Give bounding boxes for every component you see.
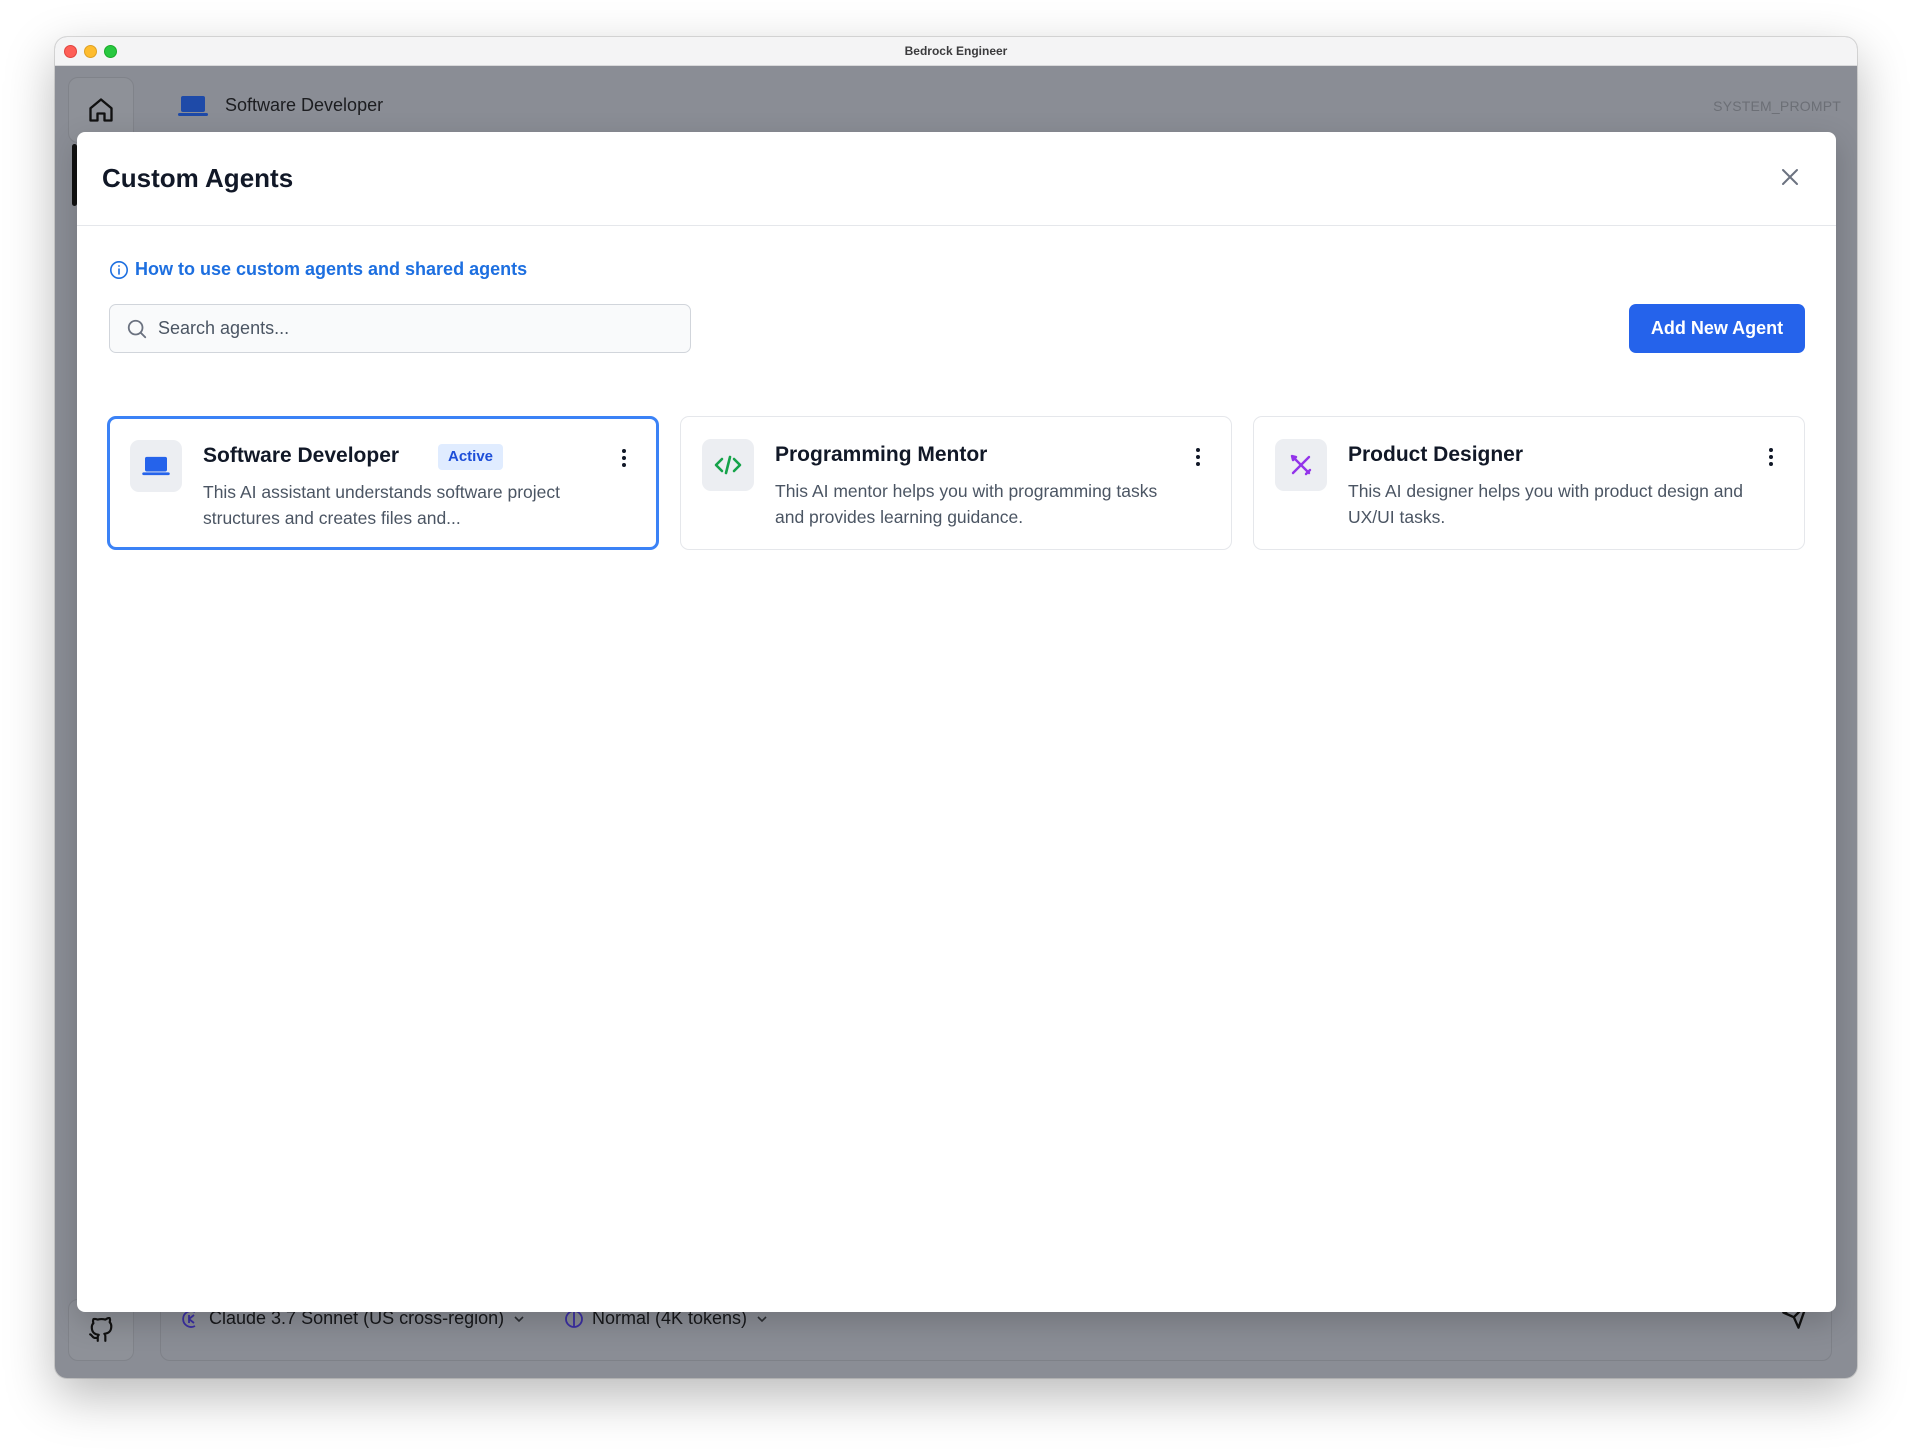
active-badge: Active [438,444,504,470]
agent-description: This AI designer helps you with product … [1348,481,1743,527]
search-icon [127,319,147,338]
agent-name: Programming Mentor [775,443,988,466]
agent-card-programming-mentor[interactable]: Programming Mentor This AI mentor helps … [680,416,1232,550]
window-controls [64,45,117,58]
minimize-window-button[interactable] [84,45,97,58]
agent-icon-container [1275,439,1327,491]
chevron-down-icon [514,1315,524,1322]
help-link-label: How to use custom agents and shared agen… [135,259,528,279]
design-tools-icon [1290,454,1312,476]
agent-description: This AI assistant understands software p… [203,482,560,528]
more-options-icon[interactable] [1195,447,1201,467]
help-link[interactable]: How to use custom agents and shared agen… [109,259,527,280]
current-agent-name[interactable]: Software Developer [225,95,383,116]
custom-agents-modal: Custom Agents How to use custom agents a… [77,132,1836,1312]
modal-title: Custom Agents [102,163,294,193]
window-title: Bedrock Engineer [904,44,1008,58]
more-options-icon[interactable] [621,448,627,468]
app-window: Bedrock Engineer Software Developer SYST… [55,37,1857,1378]
zoom-window-button[interactable] [104,45,117,58]
info-icon [110,260,128,279]
search-input[interactable] [158,305,690,352]
agent-icon-container [130,440,182,492]
agent-description: This AI mentor helps you with programmin… [775,481,1158,527]
agent-icon-container [702,439,754,491]
search-box[interactable] [109,304,691,353]
github-icon [89,1317,113,1342]
modal-header: Custom Agents [77,132,1836,226]
title-bar[interactable]: Bedrock Engineer [55,37,1857,66]
add-new-agent-button[interactable]: Add New Agent [1629,304,1805,353]
agent-card-software-developer[interactable]: Software Developer Active This AI assist… [107,416,659,550]
code-icon [714,455,742,475]
chevron-down-icon [757,1315,767,1322]
agent-name: Software Developer [203,444,400,467]
more-options-icon[interactable] [1768,447,1774,467]
agent-card-product-designer[interactable]: Product Designer This AI designer helps … [1253,416,1805,550]
home-icon [89,98,113,122]
laptop-icon [178,96,208,116]
close-icon[interactable] [1778,165,1802,189]
agent-list: Software Developer Active This AI assist… [107,416,1806,550]
system-prompt-toggle[interactable]: SYSTEM_PROMPT [1713,98,1841,114]
agent-name: Product Designer [1348,443,1524,466]
laptop-icon [142,456,170,476]
close-window-button[interactable] [64,45,77,58]
